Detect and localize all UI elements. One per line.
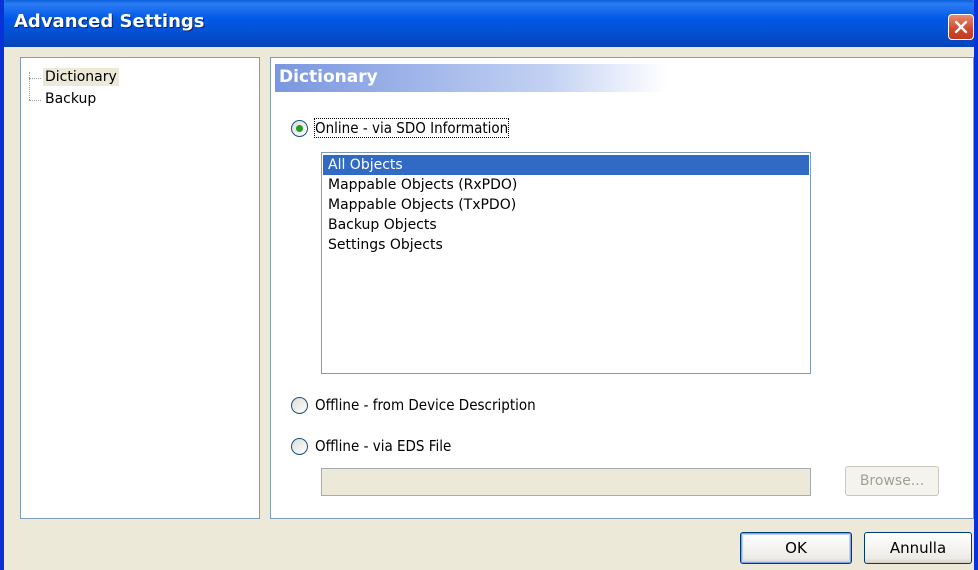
tree-item-label: Backup: [45, 91, 97, 107]
close-icon: [954, 20, 968, 34]
radio-checked-dot: [296, 125, 303, 132]
radio-button[interactable]: [291, 120, 308, 137]
radio-button[interactable]: [291, 397, 308, 414]
section-header: Dictionary: [275, 64, 667, 92]
tree-line: [29, 72, 30, 100]
tree-connector: [29, 78, 41, 79]
radio-label: Offline - via EDS File: [315, 437, 452, 455]
list-item[interactable]: Backup Objects: [323, 215, 809, 235]
radio-label: Offline - from Device Description: [315, 396, 536, 414]
list-item[interactable]: All Objects: [323, 155, 809, 175]
list-item[interactable]: Mappable Objects (RxPDO): [323, 175, 809, 195]
settings-tree: Dictionary Backup: [20, 57, 260, 519]
list-item[interactable]: Mappable Objects (TxPDO): [323, 195, 809, 215]
tree-item-label: Dictionary: [43, 68, 119, 86]
close-button[interactable]: [948, 14, 974, 40]
eds-file-path-input[interactable]: [321, 468, 811, 496]
advanced-settings-dialog: Advanced Settings Dictionary Backup Dict…: [0, 0, 978, 570]
section-title: Dictionary: [279, 67, 378, 87]
list-item[interactable]: Settings Objects: [323, 235, 809, 255]
object-list[interactable]: All Objects Mappable Objects (RxPDO) Map…: [321, 152, 811, 374]
cancel-button[interactable]: Annulla: [864, 532, 972, 564]
browse-button[interactable]: Browse...: [845, 466, 939, 496]
dictionary-panel: Dictionary Online - via SDO Information …: [270, 57, 974, 519]
ok-button[interactable]: OK: [740, 532, 852, 564]
radio-button[interactable]: [291, 438, 308, 455]
window-title: Advanced Settings: [14, 11, 205, 32]
title-bar[interactable]: Advanced Settings: [4, 0, 974, 47]
tree-connector: [29, 100, 41, 101]
radio-label: Online - via SDO Information: [313, 118, 510, 138]
